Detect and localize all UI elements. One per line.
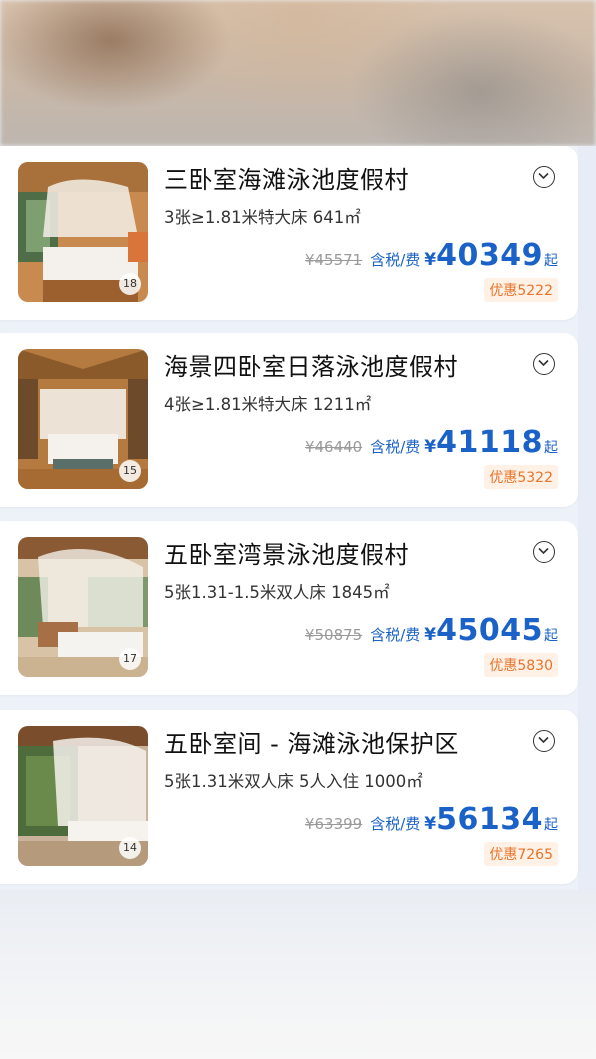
room-title[interactable]: 三卧室海滩泳池度假村 bbox=[164, 160, 409, 195]
price-suffix: 起 bbox=[544, 253, 558, 269]
original-price: ¥50875 bbox=[304, 626, 363, 644]
room-card[interactable]: 17 五卧室湾景泳池度假村 5张1.31-1.5米双人床 1845㎡ ¥5087… bbox=[0, 521, 578, 695]
room-photo[interactable]: 17 bbox=[18, 537, 148, 677]
price-suffix: 起 bbox=[544, 628, 558, 644]
chevron-down-icon[interactable] bbox=[533, 166, 555, 188]
tax-label: 含税/费 bbox=[370, 251, 421, 269]
room-card[interactable]: 18 三卧室海滩泳池度假村 3张≥1.81米特大床 641㎡ ¥45571 含税… bbox=[0, 146, 578, 320]
chevron-down-icon[interactable] bbox=[533, 541, 555, 563]
room-spec: 3张≥1.81米特大床 641㎡ bbox=[164, 208, 361, 227]
room-spec: 5张1.31米双人床 5人入住 1000㎡ bbox=[164, 772, 423, 791]
discount-badge: 优惠7265 bbox=[484, 842, 558, 866]
room-photo[interactable]: 14 bbox=[18, 726, 148, 866]
tax-label: 含税/费 bbox=[370, 438, 421, 456]
bottom-blank-area bbox=[0, 890, 596, 1059]
photo-count-badge: 15 bbox=[119, 460, 141, 482]
currency-symbol: ¥ bbox=[424, 437, 437, 457]
tax-label: 含税/费 bbox=[370, 626, 421, 644]
current-price: 40349 bbox=[436, 238, 543, 273]
room-title[interactable]: 五卧室间 - 海滩泳池保护区 bbox=[164, 724, 459, 759]
photo-count-badge: 17 bbox=[119, 648, 141, 670]
room-spec: 5张1.31-1.5米双人床 1845㎡ bbox=[164, 583, 390, 602]
current-price: 45045 bbox=[436, 613, 543, 648]
price-row: ¥46440 含税/费 ¥ 41118 起 bbox=[305, 425, 558, 461]
original-price: ¥45571 bbox=[304, 251, 363, 269]
room-title[interactable]: 海景四卧室日落泳池度假村 bbox=[164, 347, 458, 382]
room-card[interactable]: 14 五卧室间 - 海滩泳池保护区 5张1.31米双人床 5人入住 1000㎡ … bbox=[0, 710, 578, 884]
discount-badge: 优惠5222 bbox=[484, 278, 558, 302]
tax-label: 含税/费 bbox=[370, 815, 421, 833]
discount-badge: 优惠5322 bbox=[484, 465, 558, 489]
price-row: ¥50875 含税/费 ¥ 45045 起 bbox=[305, 613, 558, 649]
current-price: 56134 bbox=[436, 802, 543, 837]
price-suffix: 起 bbox=[544, 440, 558, 456]
currency-symbol: ¥ bbox=[424, 250, 437, 270]
chevron-down-icon[interactable] bbox=[533, 730, 555, 752]
discount-badge: 优惠5830 bbox=[484, 653, 558, 677]
chevron-down-icon[interactable] bbox=[533, 353, 555, 375]
price-suffix: 起 bbox=[544, 817, 558, 833]
room-photo[interactable]: 15 bbox=[18, 349, 148, 489]
room-photo[interactable]: 18 bbox=[18, 162, 148, 302]
room-spec: 4张≥1.81米特大床 1211㎡ bbox=[164, 395, 372, 414]
current-price: 41118 bbox=[436, 425, 543, 460]
original-price: ¥46440 bbox=[304, 438, 363, 456]
price-row: ¥45571 含税/费 ¥ 40349 起 bbox=[305, 238, 558, 274]
photo-count-badge: 14 bbox=[119, 837, 141, 859]
room-card[interactable]: 15 海景四卧室日落泳池度假村 4张≥1.81米特大床 1211㎡ ¥46440… bbox=[0, 333, 578, 507]
currency-symbol: ¥ bbox=[424, 625, 437, 645]
hero-banner-image bbox=[0, 0, 596, 146]
original-price: ¥63399 bbox=[304, 815, 363, 833]
price-row: ¥63399 含税/费 ¥ 56134 起 bbox=[305, 802, 558, 838]
currency-symbol: ¥ bbox=[424, 814, 437, 834]
room-title[interactable]: 五卧室湾景泳池度假村 bbox=[164, 535, 409, 570]
photo-count-badge: 18 bbox=[119, 273, 141, 295]
